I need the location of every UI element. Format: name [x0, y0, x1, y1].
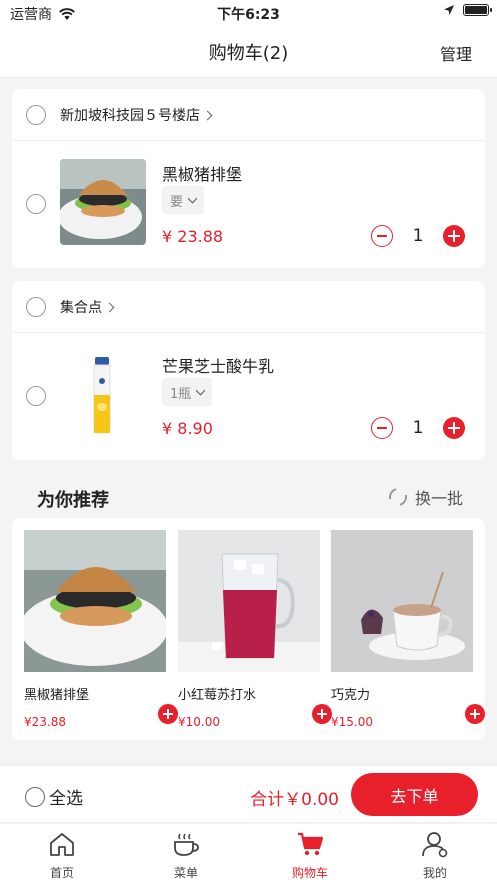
- manage-button[interactable]: 管理: [440, 41, 472, 65]
- store-select-radio[interactable]: [26, 296, 46, 317]
- checkout-bar: 全选 合计￥0.00 去下单: [0, 765, 497, 823]
- recommend-item-price: ¥15.00: [331, 715, 373, 729]
- spec-label: 1瓶: [170, 386, 192, 402]
- spec-dropdown[interactable]: 1瓶: [162, 378, 213, 406]
- user-icon: [422, 832, 448, 858]
- yogurt-bottle-image[interactable]: [60, 351, 146, 437]
- cranberry-soda-image[interactable]: [178, 530, 320, 672]
- coffee-cup-icon: [174, 833, 199, 856]
- select-all-toggle[interactable]: 全选: [25, 784, 83, 809]
- tab-menu[interactable]: 菜单: [124, 830, 248, 881]
- item-price: ¥ 8.90: [162, 419, 213, 438]
- tab-label: 首页: [49, 866, 74, 880]
- recommend-item-name: 黑椒猪排堡: [24, 688, 90, 703]
- item-select-radio[interactable]: [26, 194, 46, 214]
- location-arrow-icon: [444, 5, 454, 15]
- add-to-cart-button[interactable]: [158, 704, 178, 724]
- spec-dropdown[interactable]: 要: [162, 186, 205, 214]
- item-name: 芒果芝士酸牛乳: [162, 357, 275, 376]
- status-time: 下午6:23: [217, 7, 280, 23]
- refresh-label: 换一批: [414, 489, 463, 508]
- item-select-radio[interactable]: [26, 386, 46, 406]
- item-name: 黑椒猪排堡: [162, 165, 243, 184]
- spec-label: 要: [170, 194, 184, 210]
- tab-label: 我的: [422, 866, 447, 880]
- store-header[interactable]: 集合点: [12, 281, 485, 333]
- place-order-button[interactable]: 去下单: [351, 773, 478, 816]
- status-bar: 运营商 下午6:23: [0, 0, 497, 26]
- page-title: 购物车(2): [208, 43, 289, 64]
- recommend-item-price: ¥23.88: [24, 715, 66, 729]
- tab-home[interactable]: 首页: [0, 830, 124, 881]
- refresh-button[interactable]: 换一批: [385, 484, 463, 510]
- chevron-right-icon: [202, 110, 213, 120]
- add-to-cart-button[interactable]: [312, 704, 332, 724]
- quantity-value: 1: [412, 418, 424, 438]
- recommend-item-name: 小红莓苏打水: [178, 688, 257, 703]
- tab-profile[interactable]: 我的: [373, 830, 497, 881]
- hot-chocolate-image[interactable]: [331, 530, 473, 672]
- tab-cart[interactable]: 购物车: [248, 830, 372, 881]
- nav-bar: 购物车(2) 管理: [0, 26, 497, 78]
- quantity-stepper: 1: [371, 417, 465, 439]
- decrease-button[interactable]: [371, 417, 393, 439]
- recommend-item[interactable]: 小红莓苏打水 ¥10.00: [178, 530, 332, 729]
- store-name: 集合点: [60, 299, 102, 316]
- total-price: 合计￥0.00: [250, 790, 339, 810]
- store-card: 新加坡科技园５号楼店 黑椒猪排堡 要 ¥ 23.88 1: [12, 89, 485, 268]
- home-icon: [50, 833, 74, 856]
- decrease-button[interactable]: [371, 225, 393, 247]
- tab-bar: 首页 菜单 购物车 我的: [0, 824, 497, 883]
- cart-item: 芒果芝士酸牛乳 1瓶 ¥ 8.90 1: [12, 333, 485, 459]
- recommend-item-price: ¥10.00: [178, 715, 220, 729]
- recommend-item[interactable]: 巧克力 ¥15.00: [331, 530, 485, 729]
- increase-button[interactable]: [443, 225, 465, 247]
- chevron-down-icon: [195, 385, 206, 395]
- recommend-card: 黑椒猪排堡 ¥23.88 小红莓苏打水 ¥10.00 巧克力 ¥15.00: [12, 518, 485, 740]
- item-price: ¥ 23.88: [162, 227, 224, 246]
- recommend-item[interactable]: 黑椒猪排堡 ¥23.88: [24, 530, 178, 729]
- store-select-radio[interactable]: [26, 104, 46, 125]
- battery-icon: [463, 4, 492, 16]
- select-all-label: 全选: [49, 789, 83, 809]
- cart-icon: [298, 832, 324, 856]
- tab-label: 购物车: [291, 866, 328, 880]
- select-all-radio[interactable]: [25, 786, 45, 807]
- status-right: [443, 4, 492, 16]
- quantity-value: 1: [412, 226, 424, 246]
- chevron-right-icon: [104, 302, 115, 312]
- store-card: 集合点 芒果芝士酸牛乳 1瓶 ¥ 8.90 1: [12, 281, 485, 460]
- chevron-down-icon: [187, 193, 198, 203]
- quantity-stepper: 1: [371, 225, 465, 247]
- recommend-title: 为你推荐: [37, 490, 109, 511]
- cart-item: 黑椒猪排堡 要 ¥ 23.88 1: [12, 141, 485, 267]
- refresh-icon: [385, 484, 411, 510]
- store-header[interactable]: 新加坡科技园５号楼店: [12, 89, 485, 141]
- burger-image[interactable]: [60, 159, 146, 245]
- increase-button[interactable]: [443, 417, 465, 439]
- tab-label: 菜单: [173, 866, 198, 880]
- add-to-cart-button[interactable]: [465, 704, 485, 724]
- recommend-item-name: 巧克力: [331, 688, 371, 703]
- store-name: 新加坡科技园５号楼店: [60, 107, 200, 124]
- burger-image[interactable]: [24, 530, 166, 672]
